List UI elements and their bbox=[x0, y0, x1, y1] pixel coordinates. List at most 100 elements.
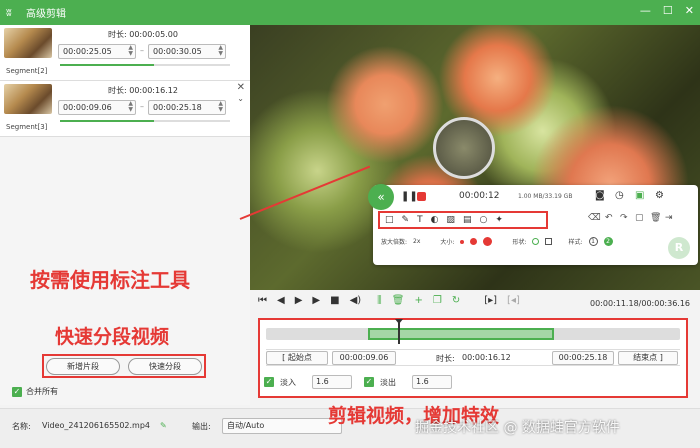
playhead[interactable] bbox=[395, 319, 403, 344]
style-label: 样式: bbox=[568, 239, 583, 246]
spinner-icon[interactable]: ▲ ▼ bbox=[218, 101, 223, 113]
copy-icon[interactable]: ❐ bbox=[433, 295, 442, 306]
clear-icon[interactable]: ▢ bbox=[635, 213, 644, 223]
undo-icon[interactable]: ↶ bbox=[605, 213, 613, 223]
highlighter-icon[interactable]: ◐ bbox=[431, 215, 439, 225]
image-icon[interactable]: ▨ bbox=[446, 215, 455, 225]
style-option-1[interactable]: 1 bbox=[588, 237, 598, 246]
delete-icon[interactable]: 🗑 bbox=[392, 295, 405, 306]
end-time-field[interactable]: 00:00:25.18 ▲ ▼ bbox=[148, 100, 226, 115]
merge-all-label: 合并所有 bbox=[26, 387, 58, 396]
segment-item[interactable]: Segment[3] 时长: 00:00:16.12 00:00:09.06 ▲ ▼… bbox=[0, 81, 250, 137]
camera-icon[interactable]: ◙ bbox=[595, 190, 605, 201]
style-option-2[interactable]: 2 bbox=[603, 237, 613, 246]
text-icon[interactable]: T bbox=[417, 215, 423, 225]
rectangle-icon[interactable]: □ bbox=[385, 215, 394, 225]
collapse-icon[interactable]: « bbox=[368, 184, 394, 210]
pen-icon[interactable]: ✎ bbox=[402, 215, 410, 225]
end-time-field[interactable]: 00:00:30.05 ▲ ▼ bbox=[148, 44, 226, 59]
window-title: 高级剪辑 bbox=[26, 9, 66, 20]
playback-controls: ⏮ ◀ ▶ ▶ ■ ◀) ⫼ 🗑 + ❐ ↻ [▸] [◂] bbox=[258, 295, 520, 306]
edit-icon[interactable]: ✎ bbox=[160, 421, 167, 430]
volume-icon[interactable]: ◀) bbox=[350, 295, 362, 306]
next-frame-icon[interactable]: ▶ bbox=[312, 295, 320, 306]
color-swatch[interactable] bbox=[483, 237, 493, 246]
spinner-icon[interactable]: ▲ ▼ bbox=[128, 101, 133, 113]
reset-icon[interactable]: ↻ bbox=[452, 295, 460, 306]
pause-icon[interactable]: ❚❚ bbox=[401, 191, 418, 202]
maximize-icon[interactable]: ☐ bbox=[663, 4, 673, 17]
close-icon[interactable]: ✕ bbox=[685, 4, 694, 17]
fade-out-control: ✓ 淡出 1.6 bbox=[364, 375, 452, 389]
name-label: 名称: bbox=[12, 422, 31, 431]
segment-label: Segment[2] bbox=[6, 67, 48, 75]
segment-progress bbox=[60, 120, 230, 122]
spinner-icon[interactable]: ▲ ▼ bbox=[218, 45, 223, 57]
segment-thumbnail bbox=[4, 84, 52, 114]
start-time-field[interactable]: 00:00:09.06 ▲ ▼ bbox=[58, 100, 136, 115]
record-size: 1.00 MB/33.19 GB bbox=[518, 193, 573, 200]
add-icon[interactable]: + bbox=[414, 295, 422, 306]
play-icon[interactable]: ▶ bbox=[295, 295, 303, 306]
set-start-button[interactable]: [ 起始点 bbox=[266, 351, 328, 365]
brand-logo: R bbox=[668, 237, 690, 259]
fade-in-input[interactable]: 1.6 bbox=[312, 375, 352, 389]
magnifier-options: 放大倍数: 2x 大小: 形状: 样式: 1 2 bbox=[381, 237, 613, 246]
prev-frame-icon[interactable]: ◀ bbox=[277, 295, 285, 306]
checkbox-icon[interactable]: ✓ bbox=[12, 386, 22, 397]
fade-in-checkbox[interactable]: ✓ bbox=[264, 377, 274, 387]
segmentation-caption: 快速分段视频 bbox=[55, 326, 170, 348]
eraser-icon[interactable]: ⌫ bbox=[588, 213, 601, 223]
segment-thumbnail bbox=[4, 28, 52, 58]
record-time: 00:00:12 bbox=[459, 191, 500, 201]
selected-range[interactable] bbox=[368, 328, 554, 340]
size-large[interactable] bbox=[470, 238, 478, 245]
split-icon[interactable]: ⫼ bbox=[377, 295, 382, 306]
spinner-icon[interactable]: ▲ ▼ bbox=[128, 45, 133, 57]
toolbox-icon[interactable]: ▣ bbox=[635, 190, 644, 201]
segment-item[interactable]: Segment[2] 时长: 00:00:05.00 00:00:25.05 ▲ ▼… bbox=[0, 25, 250, 81]
gear-icon[interactable]: ⚙ bbox=[655, 190, 664, 201]
minimize-icon[interactable]: — bbox=[640, 4, 651, 17]
start-time-field[interactable]: 00:00:25.05 ▲ ▼ bbox=[58, 44, 136, 59]
shape-square[interactable] bbox=[545, 238, 553, 245]
exit-icon[interactable]: ⇥ bbox=[665, 213, 673, 223]
duration-value: 00:00:16.12 bbox=[129, 86, 178, 95]
size-small[interactable] bbox=[460, 239, 465, 244]
fade-in-control: ✓ 淡入 1.6 bbox=[264, 375, 352, 389]
zoom-select[interactable]: 2x bbox=[413, 238, 420, 245]
start-value-field[interactable]: 00:00:09.06 bbox=[332, 351, 396, 365]
quick-segment-button[interactable]: 快速分段 bbox=[128, 358, 202, 375]
jump-end-icon[interactable]: [◂] bbox=[507, 295, 520, 306]
shape-label: 形状: bbox=[512, 239, 527, 246]
timecode: 00:00:11.18/00:00:36.16 bbox=[590, 299, 690, 308]
magnifier-lens bbox=[433, 117, 495, 179]
redo-icon[interactable]: ↷ bbox=[620, 213, 628, 223]
spotlight-icon[interactable]: ✦ bbox=[495, 215, 503, 225]
end-value-field[interactable]: 00:00:25.18 bbox=[552, 351, 614, 365]
stop-icon[interactable]: ■ bbox=[330, 295, 339, 306]
timer-icon[interactable]: ◷ bbox=[615, 190, 624, 201]
output-label: 输出: bbox=[192, 422, 211, 431]
annotation-caption: 按需使用标注工具 bbox=[30, 268, 190, 292]
delete-icon[interactable]: 🗑 bbox=[650, 213, 661, 223]
fade-out-checkbox[interactable]: ✓ bbox=[364, 377, 374, 387]
segment-progress bbox=[60, 64, 230, 66]
close-icon[interactable]: ✕ bbox=[237, 82, 245, 93]
stop-icon[interactable] bbox=[417, 192, 426, 201]
segment-buttons-highlight: 新增片段 快速分段 bbox=[42, 354, 206, 378]
output-select[interactable]: 自动/Auto bbox=[222, 418, 342, 434]
jump-start-icon[interactable]: [▸] bbox=[484, 295, 497, 306]
size-label: 大小: bbox=[440, 239, 455, 246]
timeline-track[interactable] bbox=[266, 328, 680, 340]
fade-out-input[interactable]: 1.6 bbox=[412, 375, 452, 389]
merge-all-checkbox[interactable]: ✓ 合并所有 bbox=[12, 386, 58, 397]
whiteboard-icon[interactable]: ▤ bbox=[463, 215, 472, 225]
new-segment-button[interactable]: 新增片段 bbox=[46, 358, 120, 375]
shape-circle[interactable] bbox=[532, 238, 540, 245]
duration-value: 00:00:16.12 bbox=[462, 353, 511, 362]
skip-start-icon[interactable]: ⏮ bbox=[258, 295, 267, 306]
magnifier-icon[interactable]: ○ bbox=[479, 215, 487, 225]
chevron-down-icon[interactable]: ⌄ bbox=[237, 94, 244, 103]
set-end-button[interactable]: 结束点 ] bbox=[618, 351, 678, 365]
